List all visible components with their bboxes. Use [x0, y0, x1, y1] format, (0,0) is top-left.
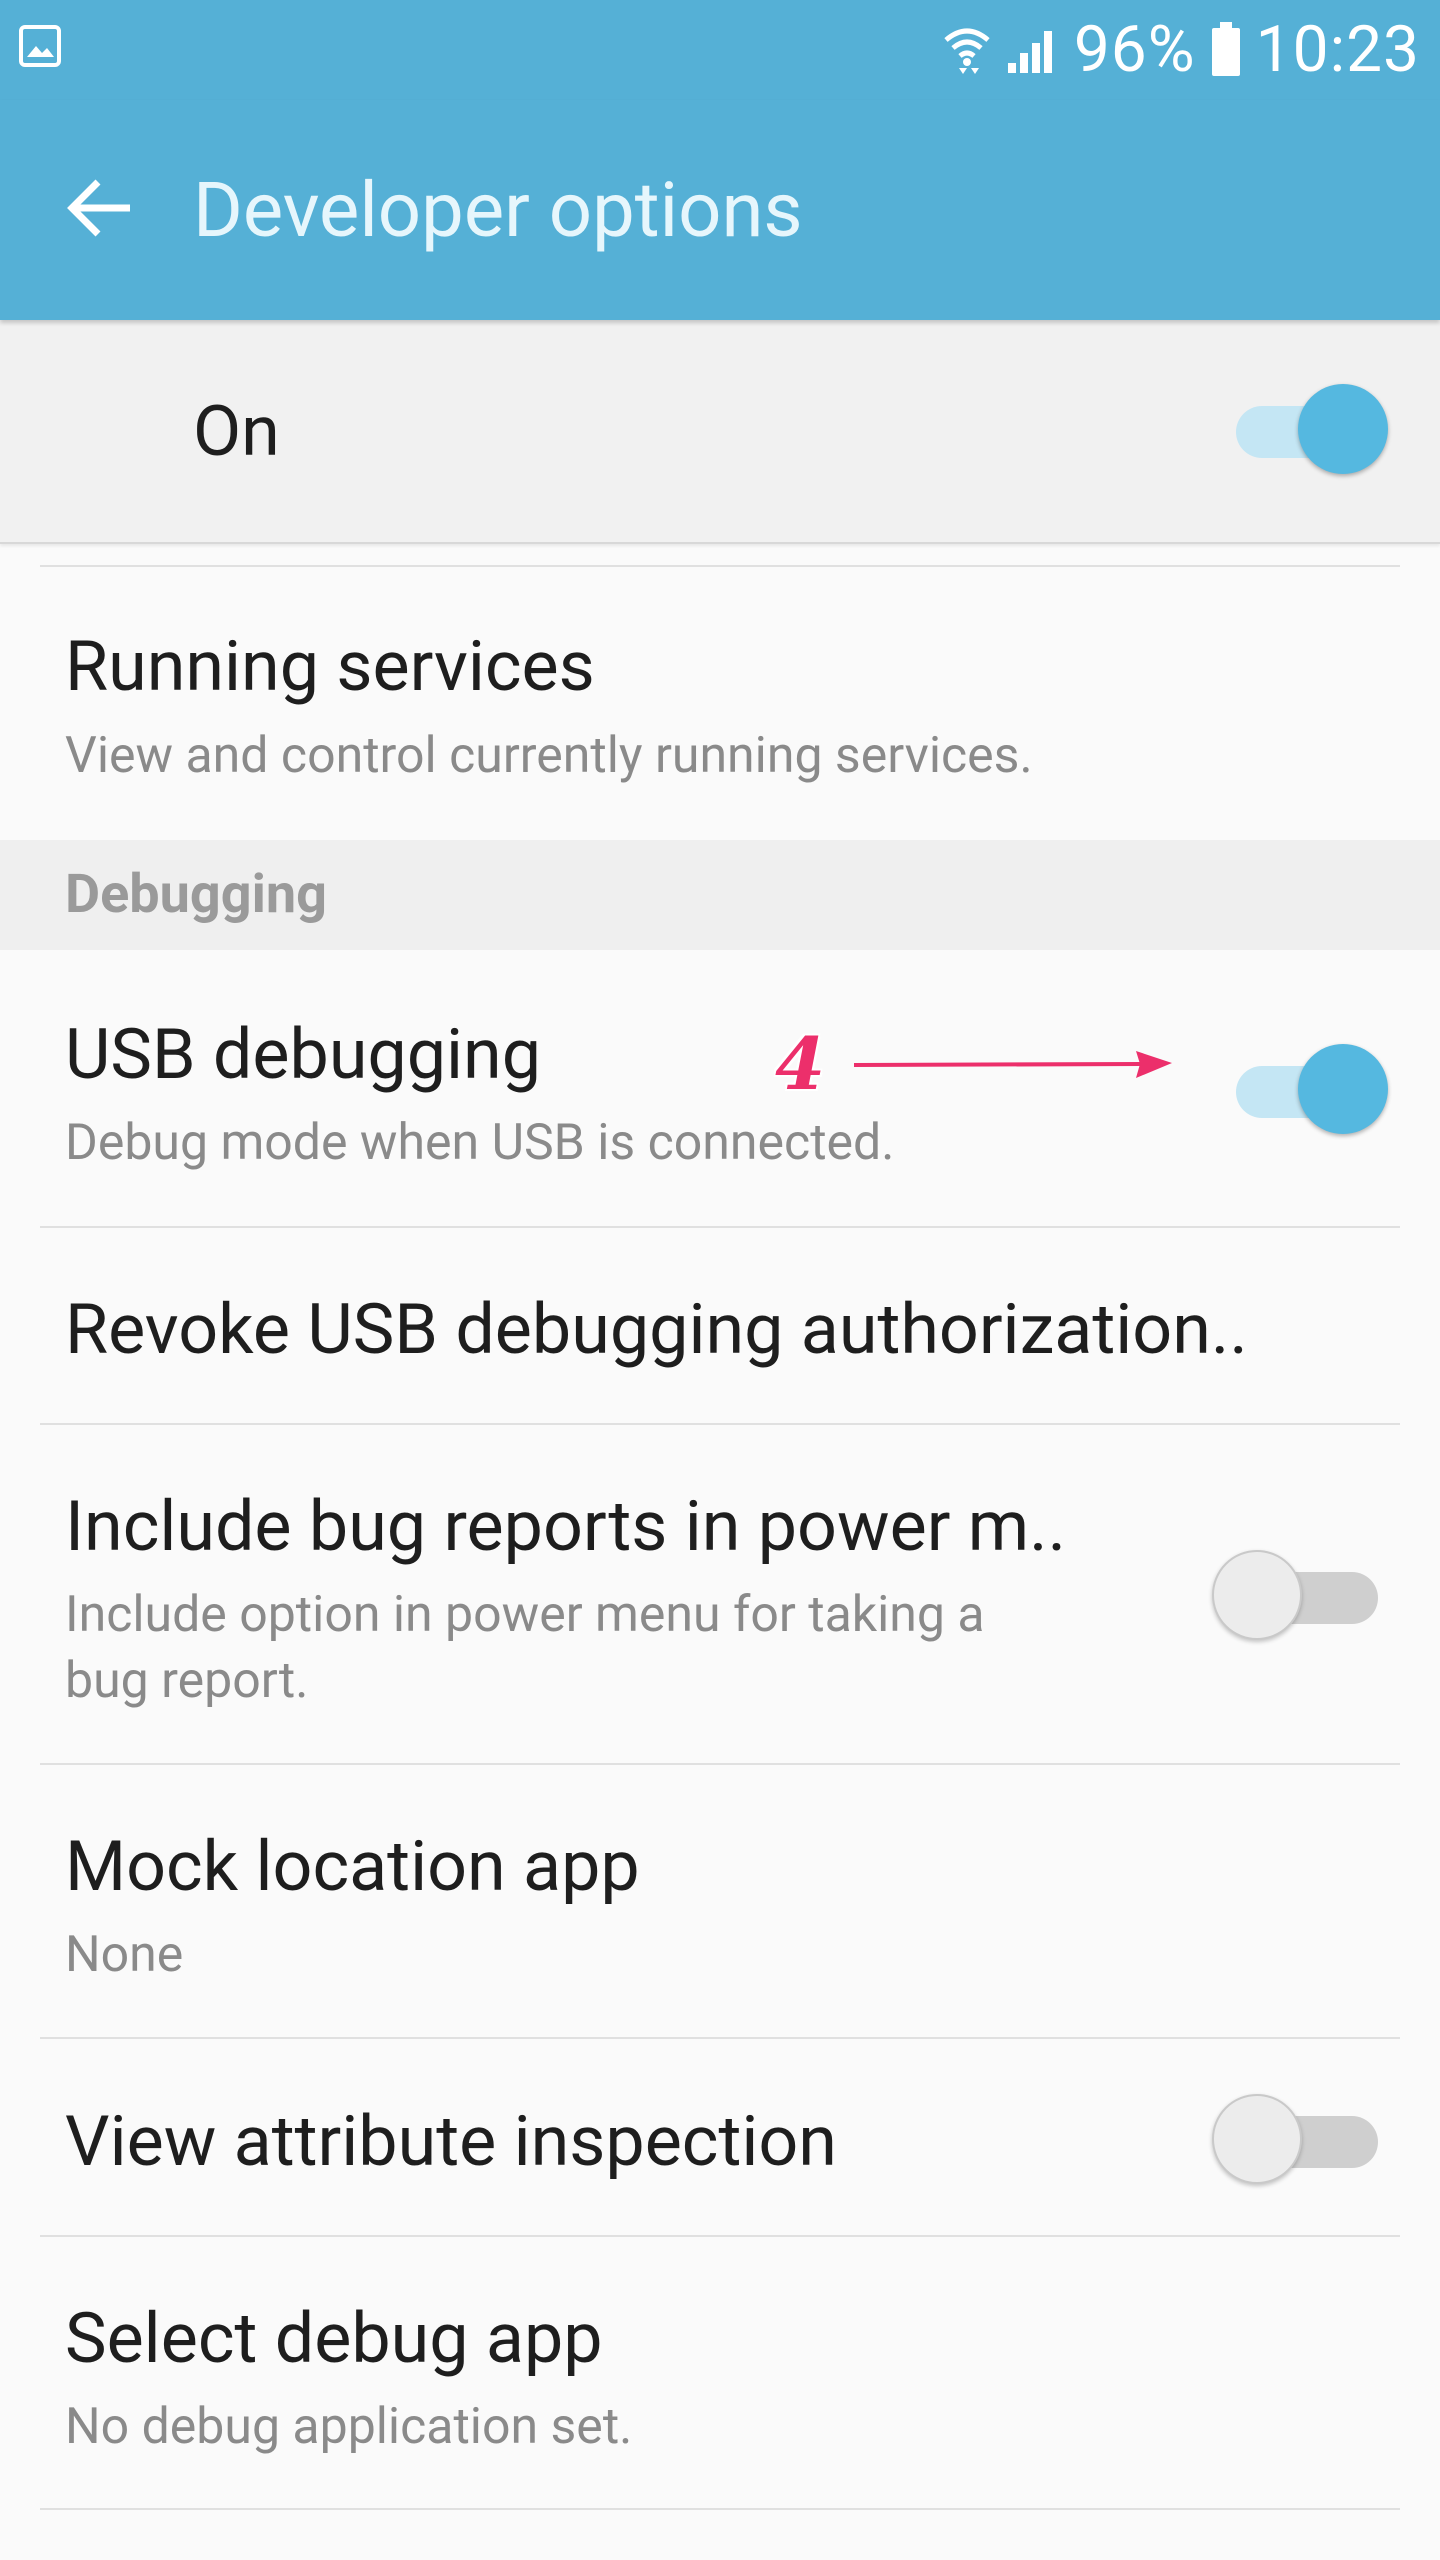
- master-switch-bar[interactable]: On: [0, 320, 1440, 544]
- usb-debugging-toggle-thumb: [1298, 1044, 1388, 1134]
- bug-reports-subtitle-line1: Include option in power menu for taking …: [65, 1586, 985, 1644]
- status-indicators: 96% 10:23: [942, 12, 1420, 88]
- divider: [40, 2037, 1400, 2039]
- section-header-debugging: Debugging: [0, 840, 1440, 950]
- view-attribute-inspection-toggle[interactable]: [1212, 2092, 1382, 2188]
- divider: [40, 1423, 1400, 1425]
- bug-reports-title: Include bug reports in power m..: [65, 1486, 1067, 1568]
- usb-debugging-title: USB debugging: [65, 1014, 542, 1096]
- master-toggle-thumb: [1298, 384, 1388, 474]
- view-attribute-inspection-toggle-thumb: [1212, 2094, 1302, 2184]
- master-switch-label: On: [193, 391, 280, 473]
- battery-icon: [1210, 22, 1242, 78]
- clock: 10:23: [1255, 12, 1420, 87]
- page-title: Developer options: [193, 165, 803, 255]
- divider: [40, 1226, 1400, 1228]
- revoke-usb-auth-title: Revoke USB debugging authorization..: [65, 1289, 1248, 1371]
- mock-location-title: Mock location app: [65, 1826, 640, 1908]
- divider: [40, 2235, 1400, 2237]
- annotation-step-number: 4: [775, 1021, 826, 1106]
- battery-percent: 96%: [1073, 12, 1196, 87]
- usb-debugging-toggle[interactable]: [1220, 1042, 1390, 1138]
- section-header-label: Debugging: [65, 863, 327, 926]
- divider: [40, 2508, 1400, 2510]
- wifi-icon: [942, 24, 992, 76]
- select-debug-app-title: Select debug app: [65, 2298, 603, 2380]
- running-services-subtitle: View and control currently running servi…: [65, 727, 1033, 785]
- view-attribute-inspection-title: View attribute inspection: [65, 2101, 837, 2183]
- signal-icon: [1006, 25, 1060, 75]
- status-bar: 96% 10:23: [0, 0, 1440, 100]
- mock-location-value: None: [65, 1926, 184, 1984]
- app-bar: Developer options: [0, 100, 1440, 320]
- usb-debugging-subtitle: Debug mode when USB is connected.: [65, 1114, 895, 1172]
- divider: [40, 1763, 1400, 1765]
- select-debug-app-subtitle: No debug application set.: [65, 2398, 633, 2456]
- back-arrow-icon: [64, 172, 136, 248]
- divider: [40, 565, 1400, 567]
- running-services-title: Running services: [65, 626, 595, 708]
- annotation-arrow-icon: [853, 1051, 1172, 1078]
- bug-reports-toggle-thumb: [1212, 1550, 1302, 1640]
- bug-reports-subtitle-line2: bug report.: [65, 1652, 309, 1710]
- back-button[interactable]: [50, 160, 150, 260]
- master-toggle[interactable]: [1220, 382, 1390, 478]
- bug-reports-toggle[interactable]: [1212, 1548, 1382, 1644]
- gallery-icon: [18, 24, 62, 68]
